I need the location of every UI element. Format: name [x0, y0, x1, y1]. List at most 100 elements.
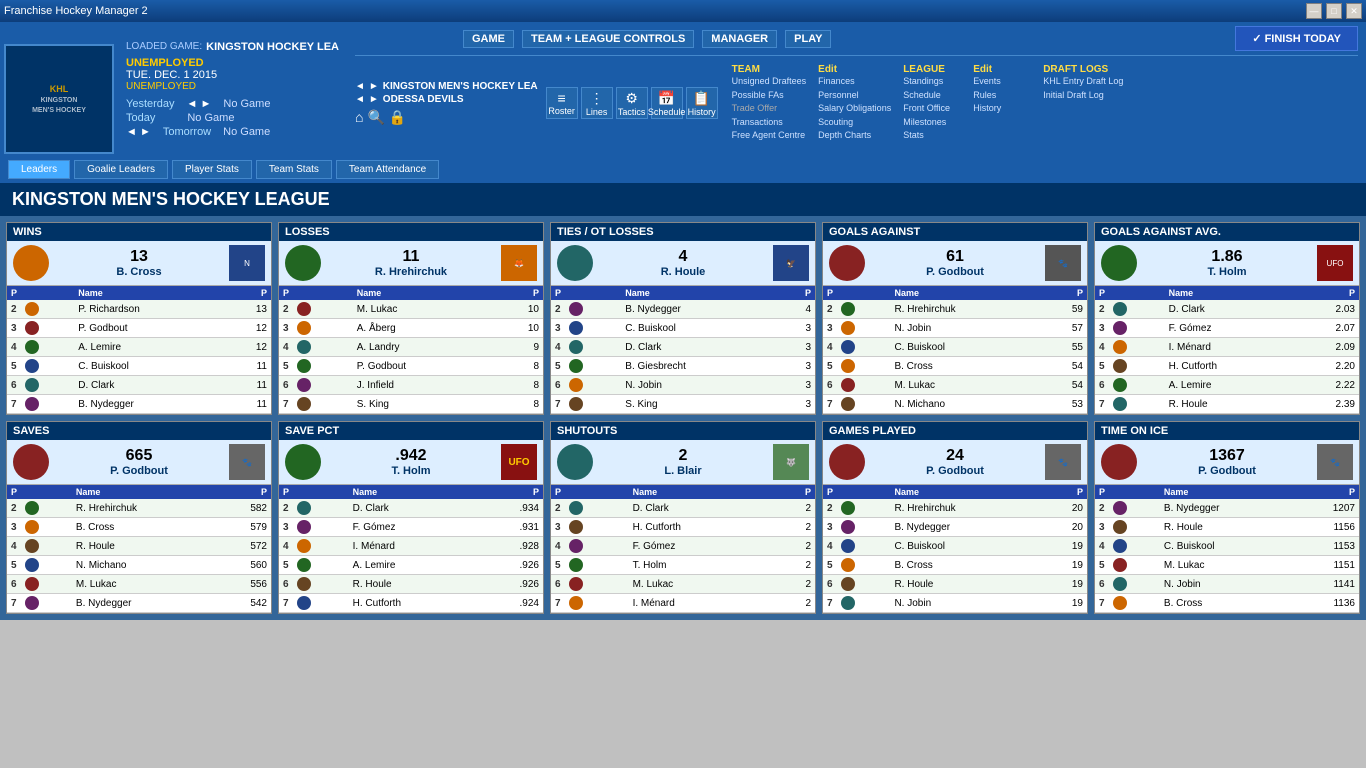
scouting-item[interactable]: Scouting [818, 116, 891, 130]
initial-draft-log-item[interactable]: Initial Draft Log [1043, 89, 1123, 103]
save-pct-table: PNameP 2D. Clark.934 3F. Gómez.931 4I. M… [279, 485, 543, 613]
time-on-ice-team-logo: 🐾 [1317, 444, 1353, 480]
losses-row-2: 3A. Åberg10 [279, 319, 543, 338]
draft-logs-title[interactable]: DRAFT LOGS [1043, 64, 1123, 75]
league-edit-title[interactable]: Edit [973, 64, 1031, 75]
wins-row-5: 6D. Clark11 [7, 376, 271, 395]
rules-item[interactable]: Rules [973, 89, 1031, 103]
tactics-icon: ⚙ [625, 90, 638, 107]
yesterday-nav[interactable]: ◄ ► [187, 98, 212, 110]
schedule-button[interactable]: 📅 Schedule [651, 87, 683, 119]
possible-fas-item[interactable]: Possible FAs [732, 89, 807, 103]
losses-row-6: 7S. King8 [279, 395, 543, 414]
team-attendance-tab[interactable]: Team Attendance [336, 160, 439, 179]
save-pct-leader-name: T. Holm [391, 465, 430, 477]
trade-offer-item[interactable]: Trade Offer [732, 102, 807, 116]
losses-leader-icon [285, 245, 321, 281]
nav-game-btn[interactable]: GAME [463, 30, 514, 48]
ties-ot-team-logo: 🦅 [773, 245, 809, 281]
wins-card: WINS 13 B. Cross N PNameP 2P. Richardson… [6, 222, 272, 415]
player-stats-tab[interactable]: Player Stats [172, 160, 252, 179]
games-played-leader: 24 P. Godbout 🐾 [823, 440, 1087, 485]
league-stats-item[interactable]: Stats [903, 129, 961, 143]
edit-menu-title[interactable]: Edit [818, 64, 891, 75]
home-icon[interactable]: ⌂ [355, 109, 363, 126]
finances-item[interactable]: Finances [818, 75, 891, 89]
losses-leader-info: 11 R. Hrehirchuk [375, 248, 447, 278]
nav-play-btn[interactable]: PLAY [785, 30, 831, 48]
wins-row-4: 5C. Buiskool11 [7, 357, 271, 376]
lock-icon[interactable]: 🔒 [389, 109, 406, 126]
leaders-tab[interactable]: Leaders [8, 160, 70, 179]
team1-name[interactable]: KINGSTON MEN'S HOCKEY LEA [383, 81, 538, 92]
close-button[interactable]: ✕ [1346, 3, 1362, 19]
standings-item[interactable]: Standings [903, 75, 961, 89]
free-agent-centre-item[interactable]: Free Agent Centre [732, 129, 807, 143]
left-info: LOADED GAME: KINGSTON HOCKEY LEA UNEMPLO… [118, 22, 347, 156]
team-stats-tab[interactable]: Team Stats [256, 160, 332, 179]
wins-row-3: 4A. Lemire12 [7, 338, 271, 357]
team2-next[interactable]: ► [369, 94, 379, 105]
toi-row-6: 7B. Cross1136 [1095, 594, 1359, 613]
team2-prev[interactable]: ◄ [355, 94, 365, 105]
history-item[interactable]: History [973, 102, 1031, 116]
wins-table: PNameP 2P. Richardson13 3P. Godbout12 4A… [7, 286, 271, 414]
shutouts-leader-value: 2 [679, 447, 688, 465]
window-title: Franchise Hockey Manager 2 [4, 5, 148, 17]
personnel-item[interactable]: Personnel [818, 89, 891, 103]
team1-next[interactable]: ► [369, 81, 379, 92]
saves-leader: 665 P. Godbout 🐾 [7, 440, 271, 485]
khl-draft-log-item[interactable]: KHL Entry Draft Log [1043, 75, 1123, 89]
league-schedule-item[interactable]: Schedule [903, 89, 961, 103]
front-office-item[interactable]: Front Office [903, 102, 961, 116]
wins-row-6: 7B. Nydegger11 [7, 395, 271, 414]
team1-prev[interactable]: ◄ [355, 81, 365, 92]
ties-ot-leader-info: 4 R. Houle [661, 248, 706, 278]
sp-row-4: 5A. Lemire.926 [279, 556, 543, 575]
window-title-bar: Franchise Hockey Manager 2 — □ ✕ [0, 0, 1366, 22]
team-menu-title[interactable]: TEAM [732, 64, 807, 75]
toi-row-3: 4C. Buiskool1153 [1095, 537, 1359, 556]
league-menu-title[interactable]: LEAGUE [903, 64, 961, 75]
ties-ot-title: TIES / OT LOSSES [551, 223, 815, 241]
ga-row-5: 6M. Lukac54 [823, 376, 1087, 395]
history-button[interactable]: 📋 History [686, 87, 718, 119]
milestones-item[interactable]: Milestones [903, 116, 961, 130]
finish-today-button[interactable]: ✓ FINISH TODAY [1235, 26, 1358, 51]
save-pct-card: SAVE PCT .942 T. Holm UFO PNameP 2D. Cla… [278, 421, 544, 614]
wins-title: WINS [7, 223, 271, 241]
goals-against-leader-name: P. Godbout [926, 266, 984, 278]
team2-name[interactable]: ODESSA DEVILS [383, 94, 464, 105]
save-pct-title: SAVE PCT [279, 422, 543, 440]
games-played-table: PNameP 2R. Hrehirchuk20 3B. Nydegger20 4… [823, 485, 1087, 613]
goalie-leaders-tab[interactable]: Goalie Leaders [74, 160, 168, 179]
unsigned-draftees-item[interactable]: Unsigned Draftees [732, 75, 807, 89]
time-on-ice-table: PNameP 2B. Nydegger1207 3R. Houle1156 4C… [1095, 485, 1359, 613]
tactics-label: Tactics [618, 107, 646, 117]
nav-manager-btn[interactable]: MANAGER [702, 30, 777, 48]
ties-ot-table: PNameP 2B. Nydegger4 3C. Buiskool3 4D. C… [551, 286, 815, 414]
roster-button[interactable]: ≡ Roster [546, 87, 578, 119]
tomorrow-nav[interactable]: ◄ ► [126, 126, 151, 138]
events-item[interactable]: Events [973, 75, 1031, 89]
depth-charts-item[interactable]: Depth Charts [818, 129, 891, 143]
time-on-ice-title: TIME ON ICE [1095, 422, 1359, 440]
gp-row-4: 5B. Cross19 [823, 556, 1087, 575]
transactions-item[interactable]: Transactions [732, 116, 807, 130]
minimize-button[interactable]: — [1306, 3, 1322, 19]
goals-against-avg-card: GOALS AGAINST AVG. 1.86 T. Holm UFO PNam… [1094, 222, 1360, 415]
game-logo: KHLKINGSTONMEN'S HOCKEY [4, 44, 114, 154]
lines-button[interactable]: ⋮ Lines [581, 87, 613, 119]
salary-obligations-item[interactable]: Salary Obligations [818, 102, 891, 116]
wins-leader-value: 13 [130, 248, 148, 266]
saves-row-5: 6M. Lukac556 [7, 575, 271, 594]
gp-row-5: 6R. Houle19 [823, 575, 1087, 594]
nav-team-league-btn[interactable]: TEAM + LEAGUE CONTROLS [522, 30, 694, 48]
tactics-button[interactable]: ⚙ Tactics [616, 87, 648, 119]
maximize-button[interactable]: □ [1326, 3, 1342, 19]
yesterday-game: No Game [223, 98, 270, 110]
saves-table: PNameP 2R. Hrehirchuk582 3B. Cross579 4R… [7, 485, 271, 613]
time-on-ice-leader-info: 1367 P. Godbout [1198, 447, 1256, 477]
search-icon[interactable]: 🔍 [367, 109, 384, 126]
saves-leader-icon [13, 444, 49, 480]
